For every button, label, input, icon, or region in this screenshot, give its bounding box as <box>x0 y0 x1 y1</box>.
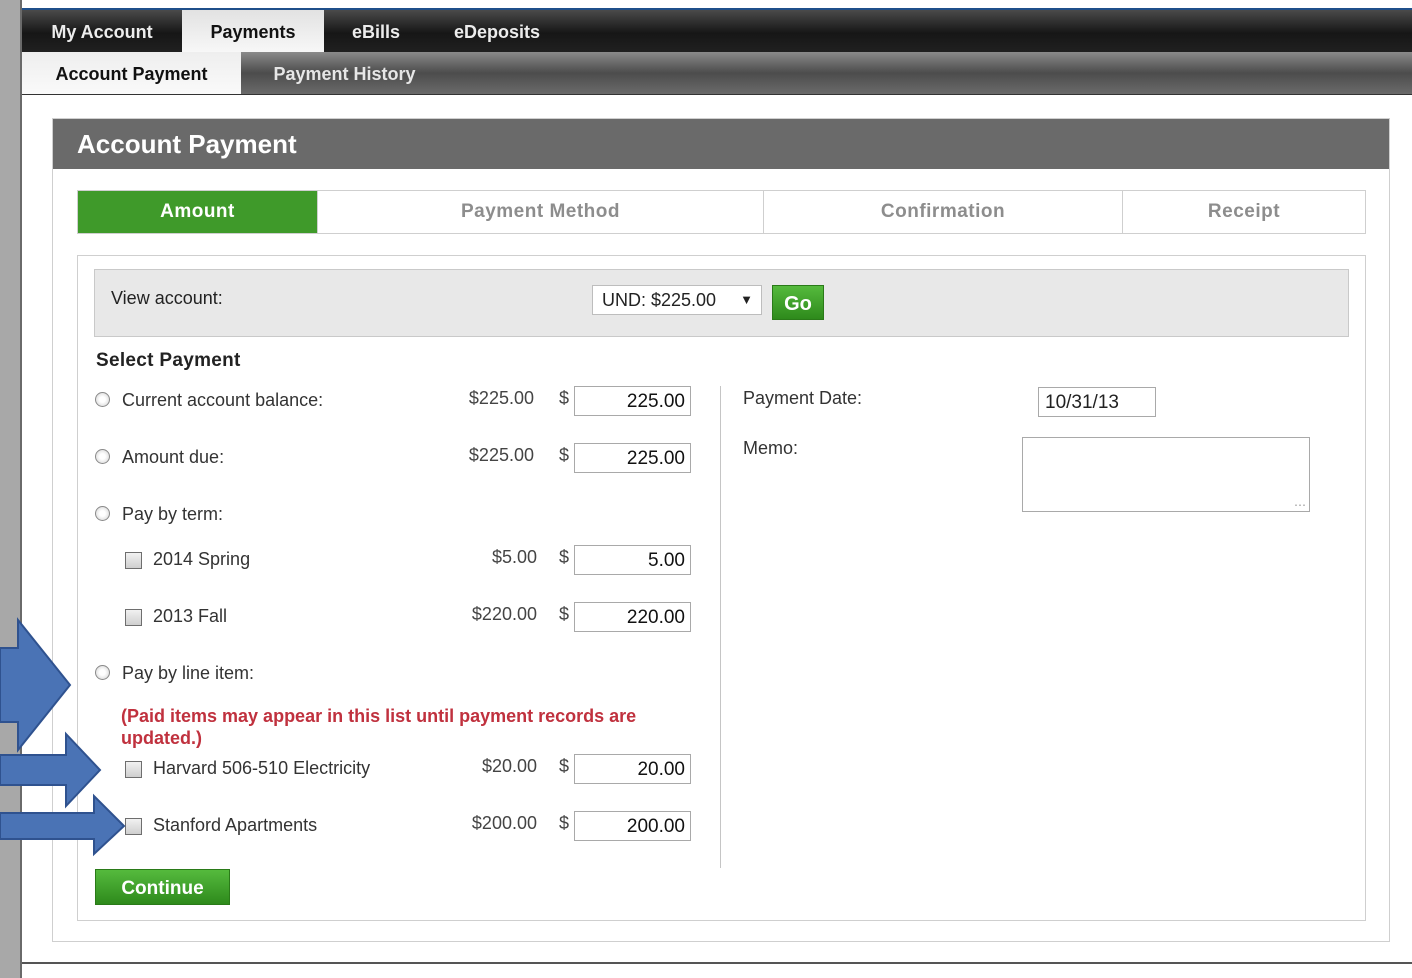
currency-symbol: $ <box>559 547 570 567</box>
term-2013-fall-input[interactable]: 220.00 <box>574 602 691 632</box>
tab-my-account[interactable]: My Account <box>22 10 182 52</box>
line-item-harvard-input[interactable]: 20.00 <box>574 754 691 784</box>
go-button[interactable]: Go <box>772 285 824 320</box>
currency-symbol: $ <box>559 813 570 833</box>
current-balance-input[interactable]: 225.00 <box>574 386 691 416</box>
line-item-stanford-label: Stanford Apartments <box>153 815 318 835</box>
subtab-payment-history[interactable]: Payment History <box>247 52 442 94</box>
top-nav: My Account Payments eBills eDeposits <box>22 8 1412 52</box>
memo-label: Memo: <box>743 438 799 458</box>
arrow-icon <box>0 731 102 809</box>
arrow-icon <box>0 617 72 753</box>
account-select-value: UND: $225.00 <box>602 290 717 310</box>
step-confirmation: Confirmation <box>764 191 1123 233</box>
radio-pay-by-term[interactable] <box>95 506 110 521</box>
paid-items-note: (Paid items may appear in this list unti… <box>121 706 637 748</box>
sub-nav: Account Payment Payment History <box>22 52 1412 95</box>
current-balance-label: Current account balance: <box>122 390 324 410</box>
line-item-harvard-label: Harvard 506-510 Electricity <box>153 758 371 778</box>
subtab-account-payment[interactable]: Account Payment <box>22 52 241 94</box>
step-receipt: Receipt <box>1207 201 1281 222</box>
panel-title: Account Payment <box>53 119 1389 169</box>
amount-due-label: Amount due: <box>122 447 225 467</box>
step-amount: Amount <box>78 191 318 233</box>
tab-edeposits[interactable]: eDeposits <box>432 10 562 52</box>
term-2014-spring-input[interactable]: 5.00 <box>574 545 691 575</box>
term-2014-spring-label: 2014 Spring <box>153 549 251 569</box>
step-payment-method: Payment Method <box>318 191 764 233</box>
currency-symbol: $ <box>559 445 570 465</box>
pay-by-line-item-label: Pay by line item: <box>122 663 255 683</box>
memo-textarea[interactable]: ⋯ <box>1022 437 1310 512</box>
arrow-icon <box>0 793 126 857</box>
payment-steps: Amount Payment Method Confirmation Recei… <box>77 190 1366 234</box>
pay-by-term-label: Pay by term: <box>122 504 224 524</box>
radio-amount-due[interactable] <box>95 449 110 464</box>
radio-current-balance[interactable] <box>95 392 110 407</box>
column-divider <box>720 386 721 868</box>
annotation-arrows <box>0 617 126 857</box>
term-2013-fall-label: 2013 Fall <box>153 606 228 626</box>
currency-symbol: $ <box>559 604 570 624</box>
account-select[interactable]: UND: $225.00 ▼ <box>592 285 762 315</box>
bottom-divider <box>22 962 1412 964</box>
caret-down-icon: ▼ <box>740 292 753 307</box>
tab-payments[interactable]: Payments <box>182 10 324 52</box>
payment-date-input[interactable]: 10/31/13 <box>1038 387 1156 417</box>
amount-due-input[interactable]: 225.00 <box>574 443 691 473</box>
payment-date-label: Payment Date: <box>743 388 863 408</box>
amount-due-amount: $225.00 <box>468 445 534 465</box>
line-item-stanford-input[interactable]: 200.00 <box>574 811 691 841</box>
view-account-label: View account: <box>111 288 223 308</box>
checkbox-2014-spring[interactable] <box>125 552 142 569</box>
select-payment-title: Select Payment <box>96 350 241 371</box>
line-item-harvard-amount: $20.00 <box>481 756 537 776</box>
tab-ebills[interactable]: eBills <box>326 10 426 52</box>
term-2014-spring-amount: $5.00 <box>491 547 537 567</box>
resize-grip-icon[interactable]: ⋯ <box>1294 499 1306 511</box>
line-item-stanford-amount: $200.00 <box>471 813 537 833</box>
term-2013-fall-amount: $220.00 <box>471 604 537 624</box>
continue-button[interactable]: Continue <box>95 869 230 905</box>
currency-symbol: $ <box>559 756 570 776</box>
currency-symbol: $ <box>559 388 570 408</box>
current-balance-amount: $225.00 <box>468 388 534 408</box>
